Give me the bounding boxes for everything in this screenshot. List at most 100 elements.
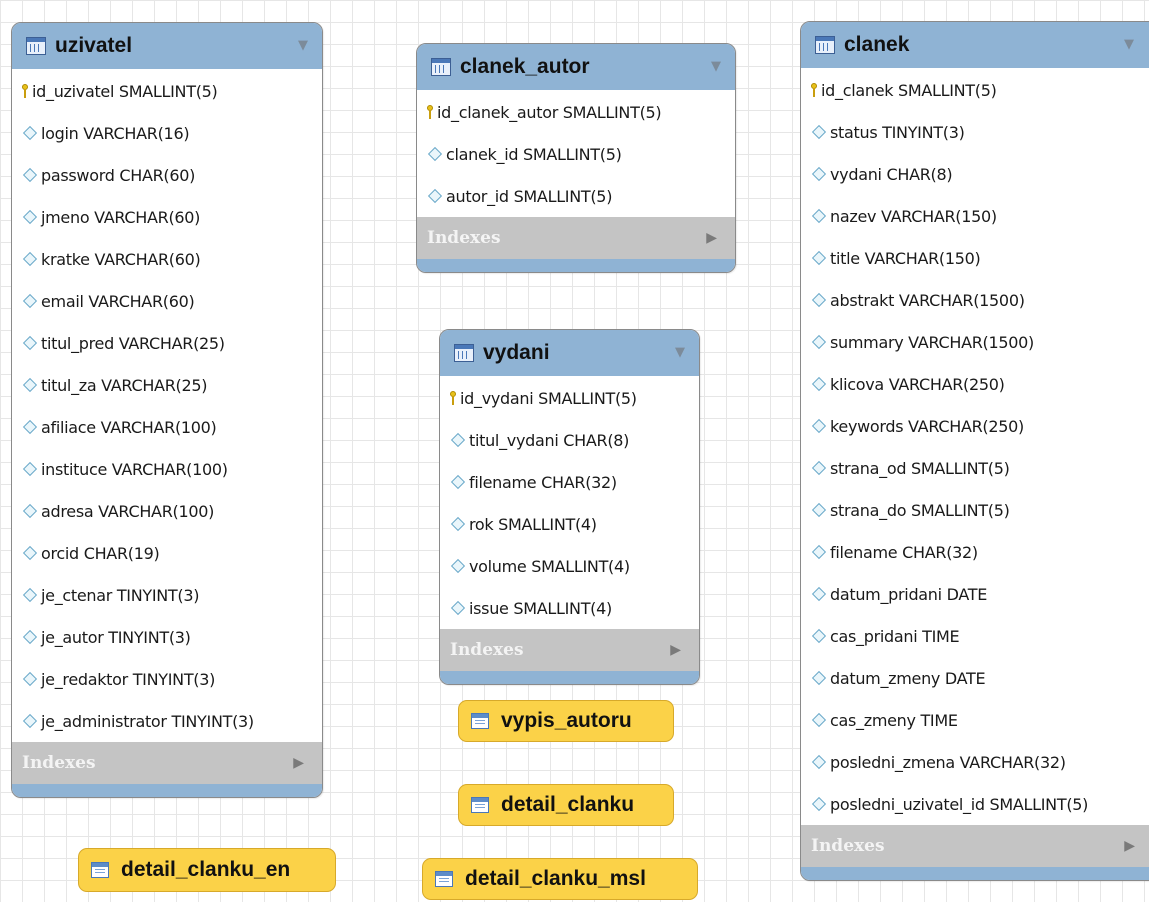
column-label: email VARCHAR(60) (41, 291, 195, 311)
table-header[interactable]: vydani ▼ (440, 330, 699, 376)
column-label: cas_zmeny TIME (830, 710, 958, 730)
table-column[interactable]: kratke VARCHAR(60) (12, 238, 322, 280)
table-column[interactable]: strana_od SMALLINT(5) (801, 447, 1149, 489)
collapse-arrow-icon[interactable]: ▼ (298, 38, 308, 53)
table-column[interactable]: filename CHAR(32) (440, 461, 699, 503)
table-name: clanek_autor (460, 55, 590, 78)
table-column[interactable]: datum_pridani DATE (801, 573, 1149, 615)
table-column[interactable]: adresa VARCHAR(100) (12, 490, 322, 532)
table-column[interactable]: login VARCHAR(16) (12, 112, 322, 154)
table-column[interactable]: datum_zmeny DATE (801, 657, 1149, 699)
collapse-arrow-icon[interactable]: ▼ (711, 59, 721, 74)
column-diamond-icon (811, 796, 827, 812)
primary-key-column[interactable]: id_clanek SMALLINT(5) (801, 69, 1149, 111)
expand-arrow-icon[interactable]: ▶ (670, 642, 681, 658)
table-vydani[interactable]: vydani ▼ id_vydani SMALLINT(5) titul_vyda… (439, 329, 700, 685)
column-label: instituce VARCHAR(100) (41, 459, 228, 479)
table-column[interactable]: abstrakt VARCHAR(1500) (801, 279, 1149, 321)
column-label: password CHAR(60) (41, 165, 196, 185)
column-label: id_uzivatel SMALLINT(5) (32, 81, 218, 101)
column-label: adresa VARCHAR(100) (41, 501, 215, 521)
column-label: je_ctenar TINYINT(3) (41, 585, 200, 605)
column-diamond-icon (811, 502, 827, 518)
column-diamond-icon (811, 460, 827, 476)
table-column[interactable]: password CHAR(60) (12, 154, 322, 196)
indexes-section[interactable]: Indexes ▶ (440, 629, 699, 671)
expand-arrow-icon[interactable]: ▶ (293, 755, 304, 771)
table-column[interactable]: jmeno VARCHAR(60) (12, 196, 322, 238)
column-label: autor_id SMALLINT(5) (446, 186, 613, 206)
table-header[interactable]: clanek_autor ▼ (417, 44, 735, 90)
table-column[interactable]: titul_vydani CHAR(8) (440, 419, 699, 461)
table-column[interactable]: clanek_id SMALLINT(5) (417, 133, 735, 175)
table-column[interactable]: je_ctenar TINYINT(3) (12, 574, 322, 616)
table-header[interactable]: clanek ▼ (801, 22, 1149, 68)
column-label: klicova VARCHAR(250) (830, 374, 1005, 394)
indexes-section[interactable]: Indexes ▶ (12, 742, 322, 784)
view-detail-clanku-msl[interactable]: detail_clanku_msl (422, 858, 698, 900)
view-detail-clanku[interactable]: detail_clanku (458, 784, 674, 826)
table-column[interactable]: vydani CHAR(8) (801, 153, 1149, 195)
table-column[interactable]: autor_id SMALLINT(5) (417, 175, 735, 217)
column-diamond-icon (22, 503, 38, 519)
column-diamond-icon (811, 670, 827, 686)
column-label: volume SMALLINT(4) (469, 556, 630, 576)
table-column[interactable]: afiliace VARCHAR(100) (12, 406, 322, 448)
column-diamond-icon (811, 250, 827, 266)
table-column[interactable]: instituce VARCHAR(100) (12, 448, 322, 490)
table-clanek[interactable]: clanek ▼ id_clanek SMALLINT(5) status TIN… (800, 21, 1149, 881)
table-column[interactable]: orcid CHAR(19) (12, 532, 322, 574)
table-column[interactable]: je_administrator TINYINT(3) (12, 700, 322, 742)
column-diamond-icon (811, 754, 827, 770)
table-column[interactable]: keywords VARCHAR(250) (801, 405, 1149, 447)
table-column[interactable]: titul_za VARCHAR(25) (12, 364, 322, 406)
view-name: detail_clanku (501, 793, 635, 816)
view-detail-clanku-en[interactable]: detail_clanku_en (78, 848, 336, 892)
table-column[interactable]: issue SMALLINT(4) (440, 587, 699, 629)
column-diamond-icon (22, 587, 38, 603)
expand-arrow-icon[interactable]: ▶ (706, 230, 717, 246)
table-column[interactable]: status TINYINT(3) (801, 111, 1149, 153)
column-label: strana_od SMALLINT(5) (830, 458, 1010, 478)
table-column[interactable]: summary VARCHAR(1500) (801, 321, 1149, 363)
table-column[interactable]: posledni_zmena VARCHAR(32) (801, 741, 1149, 783)
primary-key-column[interactable]: id_uzivatel SMALLINT(5) (12, 70, 322, 112)
table-column[interactable]: nazev VARCHAR(150) (801, 195, 1149, 237)
table-uzivatel[interactable]: uzivatel ▼ id_uzivatel SMALLINT(5) login … (11, 22, 323, 798)
table-column[interactable]: rok SMALLINT(4) (440, 503, 699, 545)
collapse-arrow-icon[interactable]: ▼ (675, 345, 685, 360)
column-label: nazev VARCHAR(150) (830, 206, 997, 226)
key-icon (811, 83, 817, 97)
column-label: datum_pridani DATE (830, 584, 987, 604)
table-column[interactable]: email VARCHAR(60) (12, 280, 322, 322)
column-diamond-icon (22, 125, 38, 141)
table-column[interactable]: je_redaktor TINYINT(3) (12, 658, 322, 700)
table-column[interactable]: cas_pridani TIME (801, 615, 1149, 657)
indexes-section[interactable]: Indexes ▶ (801, 825, 1149, 867)
indexes-section[interactable]: Indexes ▶ (417, 217, 735, 259)
table-column[interactable]: volume SMALLINT(4) (440, 545, 699, 587)
primary-key-column[interactable]: id_vydani SMALLINT(5) (440, 377, 699, 419)
indexes-label: Indexes (811, 836, 885, 856)
table-icon (26, 37, 46, 55)
table-header[interactable]: uzivatel ▼ (12, 23, 322, 69)
table-column[interactable]: title VARCHAR(150) (801, 237, 1149, 279)
column-label: je_administrator TINYINT(3) (41, 711, 254, 731)
table-column[interactable]: titul_pred VARCHAR(25) (12, 322, 322, 364)
primary-key-column[interactable]: id_clanek_autor SMALLINT(5) (417, 91, 735, 133)
column-label: title VARCHAR(150) (830, 248, 981, 268)
expand-arrow-icon[interactable]: ▶ (1124, 838, 1135, 854)
table-column[interactable]: posledni_uzivatel_id SMALLINT(5) (801, 783, 1149, 825)
table-column[interactable]: klicova VARCHAR(250) (801, 363, 1149, 405)
column-label: id_clanek_autor SMALLINT(5) (437, 102, 662, 122)
table-column[interactable]: cas_zmeny TIME (801, 699, 1149, 741)
column-label: titul_za VARCHAR(25) (41, 375, 208, 395)
column-label: cas_pridani TIME (830, 626, 960, 646)
table-column[interactable]: je_autor TINYINT(3) (12, 616, 322, 658)
table-column[interactable]: strana_do SMALLINT(5) (801, 489, 1149, 531)
collapse-arrow-icon[interactable]: ▼ (1124, 37, 1134, 52)
table-column[interactable]: filename CHAR(32) (801, 531, 1149, 573)
view-vypis-autoru[interactable]: vypis_autoru (458, 700, 674, 742)
indexes-label: Indexes (450, 640, 524, 660)
table-clanek-autor[interactable]: clanek_autor ▼ id_clanek_autor SMALLINT(… (416, 43, 736, 273)
